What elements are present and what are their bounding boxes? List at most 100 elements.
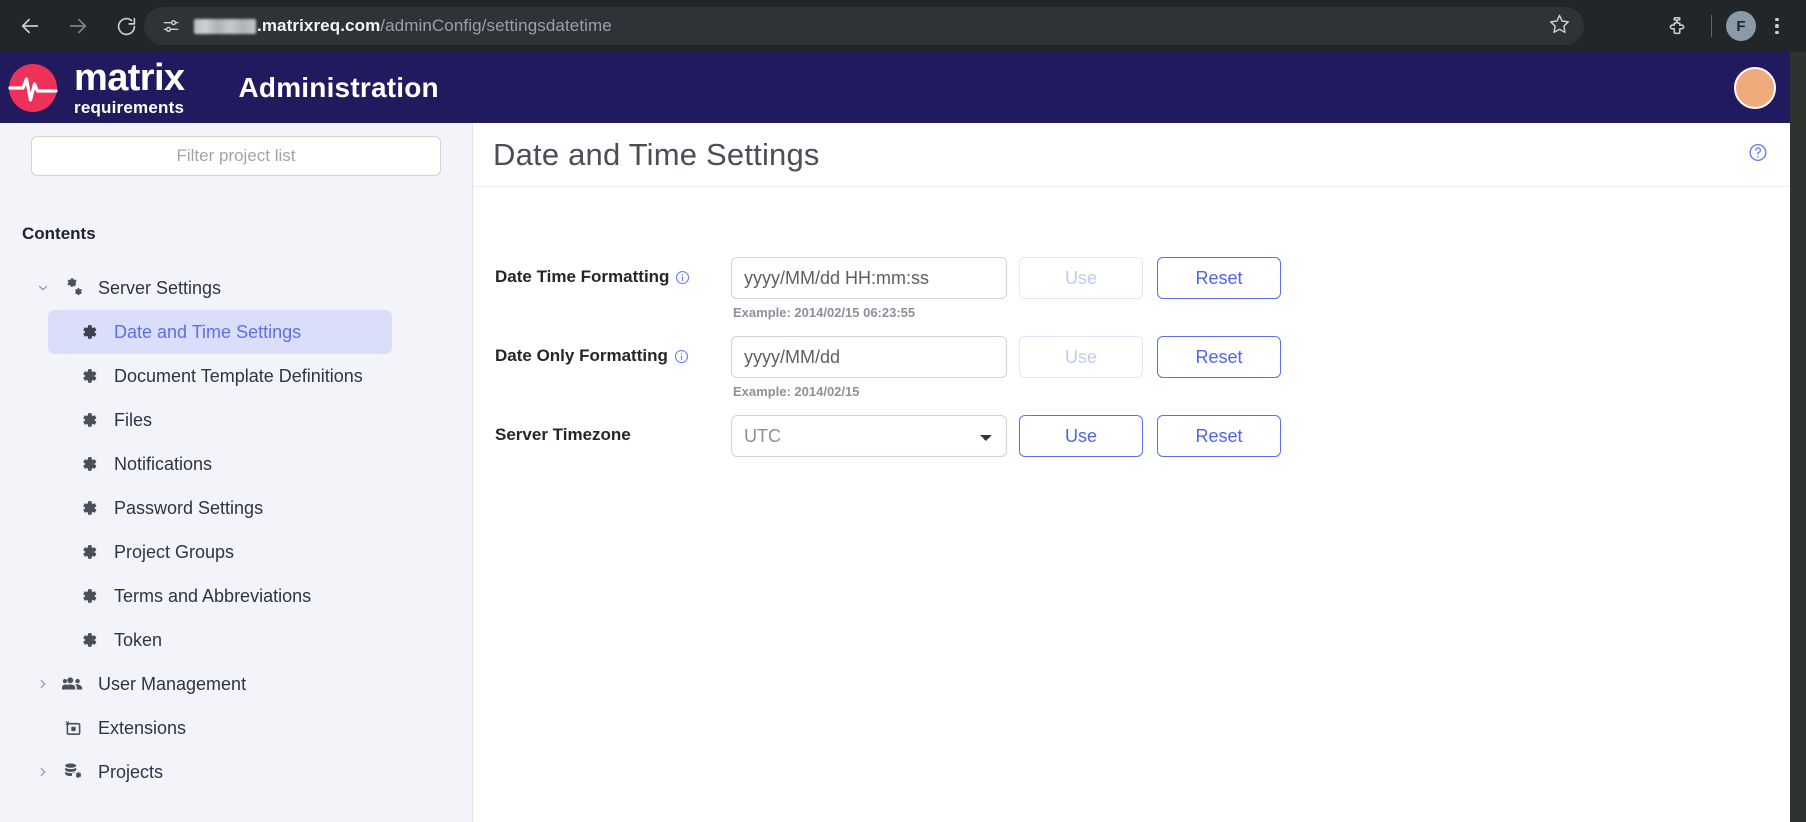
sidebar-nav-list: Server Settings Date and Time Settings Doc… [0,266,472,794]
browser-toolbar: .matrixreq.com/adminConfig/settingsdatet… [0,0,1806,52]
reload-icon [116,16,137,37]
main-header: Date and Time Settings [473,123,1790,187]
page-title: Date and Time Settings [493,136,820,172]
help-circle-icon[interactable] [1748,142,1768,167]
brand-logo-text: matrix requirements [74,57,185,116]
chevron-down-icon[interactable] [36,281,50,295]
sidebar-item-notifications[interactable]: Notifications [0,442,472,486]
site-settings-icon[interactable] [158,13,184,39]
sidebar-item-projects[interactable]: Projects [0,750,472,794]
sidebar-item-label: Document Template Definitions [114,365,363,386]
main-content: Date and Time Settings Date Time Formatt… [473,123,1790,822]
star-icon[interactable] [1549,13,1570,39]
example-text: Example: 2014/02/15 06:23:55 [733,305,916,320]
toolbar-divider [1711,15,1712,37]
sidebar-item-token[interactable]: Token [0,618,472,662]
gear-icon [78,541,100,563]
sidebar-item-label: Token [114,629,163,650]
app-title: Administration [238,71,439,103]
sidebar-item-project-groups[interactable]: Project Groups [0,530,472,574]
filter-project-list-input[interactable] [31,136,441,176]
url-host: .matrixreq.com [257,16,381,35]
back-arrow-icon [19,15,41,37]
use-button: Use [1019,336,1143,378]
body-split: Contents Server Settings Date and Time Se… [0,123,1790,822]
chevron-right-icon[interactable] [36,765,50,779]
gear-icon [78,629,100,651]
setting-label: Date Time Formatting [495,267,670,286]
sidebar-item-server-settings[interactable]: Server Settings [0,266,472,310]
setting-row: Server Timezone UTC Use Reset [473,415,1790,457]
matrix-pulse-logo-icon [4,59,62,117]
setting-label-wrap: Server Timezone [473,415,723,455]
chrome-right-controls: F [1657,0,1806,52]
forward-button[interactable] [58,6,98,46]
gear-icon [78,497,100,519]
setting-field-col: Example: 2014/02/15 06:23:55 [731,257,1007,320]
info-icon[interactable] [675,270,690,285]
gear-icon [78,585,100,607]
setting-field-col: Example: 2014/02/15 [731,336,1007,399]
database-gear-icon [62,761,84,783]
setting-label: Date Only Formatting [495,346,668,365]
logo-line-1: matrix [74,57,185,99]
setting-text-input[interactable] [731,257,1007,299]
redacted-subdomain [194,18,256,34]
url-text: .matrixreq.com/adminConfig/settingsdatet… [194,16,612,36]
kebab-menu-icon[interactable] [1760,9,1794,43]
forward-arrow-icon [67,15,89,37]
sidebar-item-label: Files [114,409,153,430]
url-path: /adminConfig/settingsdatetime [380,16,612,35]
brand-logo[interactable]: matrix requirements [4,57,185,117]
address-bar[interactable]: .matrixreq.com/adminConfig/settingsdatet… [144,7,1584,45]
sidebar-item-label: Password Settings [114,497,264,518]
users-icon [62,673,84,695]
use-button[interactable]: Use [1019,415,1143,457]
sidebar-item-label: Notifications [114,453,213,474]
use-button: Use [1019,257,1143,299]
setting-label-wrap: Date Only Formatting [473,336,723,376]
sidebar-item-label: Extensions [98,717,187,738]
viewport-right-edge [1790,52,1806,822]
sidebar-item-label: Terms and Abbreviations [114,585,312,606]
extensions-button[interactable] [1657,6,1697,46]
setting-row: Date Time Formatting Example: 2014/02/15 … [473,257,1790,320]
sidebar-item-date-and-time-settings[interactable]: Date and Time Settings [48,310,392,354]
setting-row: Date Only Formatting Example: 2014/02/15 U… [473,336,1790,399]
server-timezone-select[interactable]: UTC [731,415,1007,457]
gear-icon [78,365,100,387]
sidebar: Contents Server Settings Date and Time Se… [0,123,473,822]
sidebar-item-files[interactable]: Files [0,398,472,442]
sidebar-item-label: Server Settings [98,277,222,298]
app-header: matrix requirements Administration [0,52,1790,123]
sidebar-item-label: Project Groups [114,541,235,562]
sidebar-item-label: Projects [98,761,164,782]
sidebar-item-user-management[interactable]: User Management [0,662,472,706]
example-text: Example: 2014/02/15 [733,384,860,399]
setting-text-input[interactable] [731,336,1007,378]
user-avatar[interactable] [1734,66,1776,109]
gear-icon [78,453,100,475]
sidebar-item-document-template-definitions[interactable]: Document Template Definitions [0,354,472,398]
contents-heading: Contents [22,224,96,243]
reset-button[interactable]: Reset [1157,257,1281,299]
reset-button[interactable]: Reset [1157,415,1281,457]
puzzle-icon [1666,15,1688,37]
back-button[interactable] [10,6,50,46]
page-viewport: matrix requirements Administration Conte… [0,52,1790,822]
profile-avatar[interactable]: F [1726,11,1756,41]
setting-label: Server Timezone [495,425,631,444]
gear-icon [78,321,100,343]
reset-button[interactable]: Reset [1157,336,1281,378]
server-settings-icon [62,277,84,299]
sidebar-item-label: Date and Time Settings [114,321,302,342]
extensions-icon [62,717,84,739]
sidebar-item-password-settings[interactable]: Password Settings [0,486,472,530]
reload-button[interactable] [106,6,146,46]
chevron-right-icon[interactable] [36,677,50,691]
sidebar-item-extensions[interactable]: Extensions [0,706,472,750]
sidebar-item-terms-and-abbreviations[interactable]: Terms and Abbreviations [0,574,472,618]
setting-field-col: UTC [731,415,1007,457]
info-icon[interactable] [674,349,689,364]
sidebar-item-label: User Management [98,673,247,694]
